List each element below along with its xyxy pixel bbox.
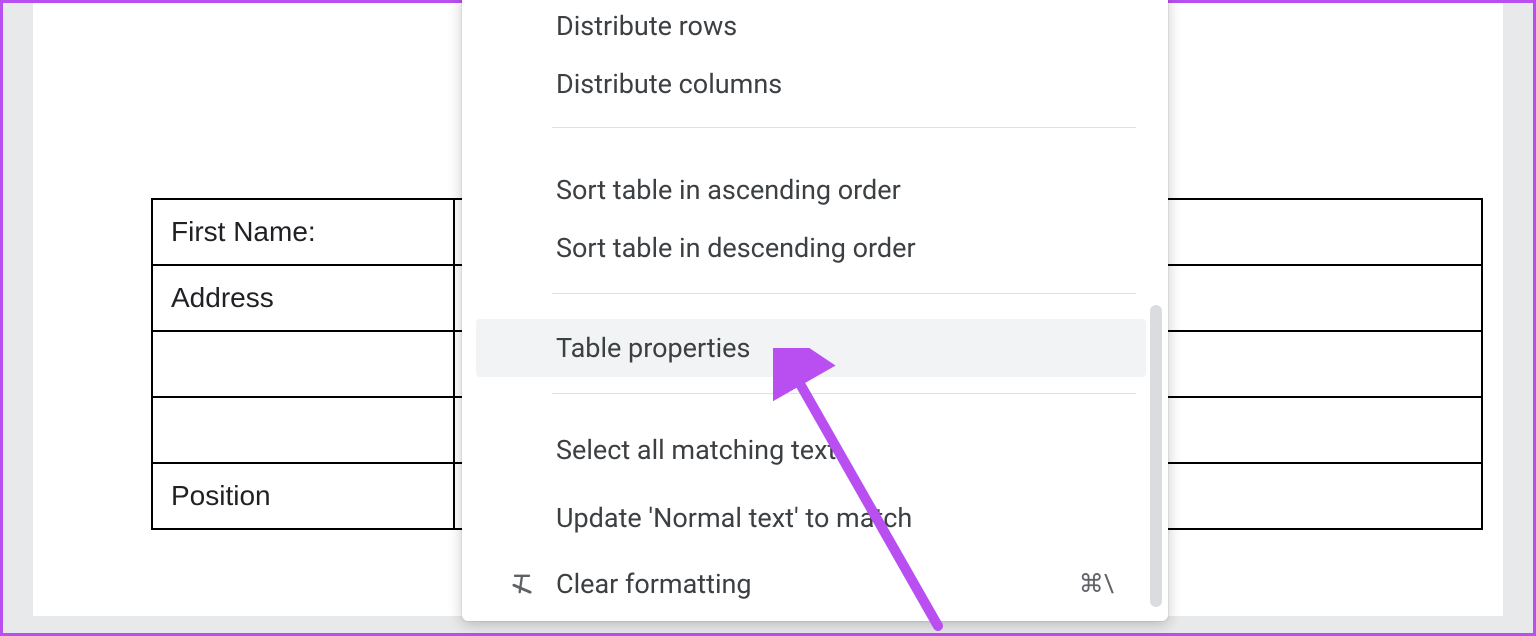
menu-item-sort-descending[interactable]: Sort table in descending order (476, 219, 1146, 277)
table-cell[interactable] (152, 397, 454, 463)
menu-item-label: Update 'Normal text' to match (556, 502, 912, 534)
table-cell[interactable]: First Name: (152, 199, 454, 265)
menu-item-label: Distribute rows (556, 10, 737, 42)
menu-item-label: Distribute columns (556, 68, 782, 100)
menu-item-label: Sort table in descending order (556, 232, 916, 264)
menu-item-table-properties[interactable]: Table properties (476, 319, 1146, 377)
menu-item-distribute-rows[interactable]: Distribute rows (476, 0, 1146, 55)
table-cell[interactable]: Position (152, 463, 454, 529)
menu-item-update-normal[interactable]: Update 'Normal text' to match (476, 489, 1146, 547)
menu-item-label: Select all matching text (556, 434, 836, 466)
menu-item-select-matching[interactable]: Select all matching text (476, 421, 1146, 479)
context-menu: Distribute rows Distribute columns Sort … (462, 0, 1168, 621)
clear-formatting-icon (506, 568, 538, 600)
menu-item-label: Sort table in ascending order (556, 174, 901, 206)
table-cell[interactable]: Address (152, 265, 454, 331)
menu-item-clear-formatting[interactable]: Clear formatting ⌘\ (476, 555, 1146, 613)
table-cell[interactable] (152, 331, 454, 397)
menu-item-shortcut: ⌘\ (1079, 569, 1114, 599)
menu-divider (552, 293, 1136, 294)
menu-divider (552, 127, 1136, 128)
menu-item-sort-ascending[interactable]: Sort table in ascending order (476, 161, 1146, 219)
menu-item-label: Clear formatting (556, 568, 752, 600)
menu-scrollbar[interactable] (1150, 305, 1162, 607)
menu-divider (552, 393, 1136, 394)
menu-item-distribute-columns[interactable]: Distribute columns (476, 55, 1146, 113)
menu-item-label: Table properties (556, 332, 750, 364)
